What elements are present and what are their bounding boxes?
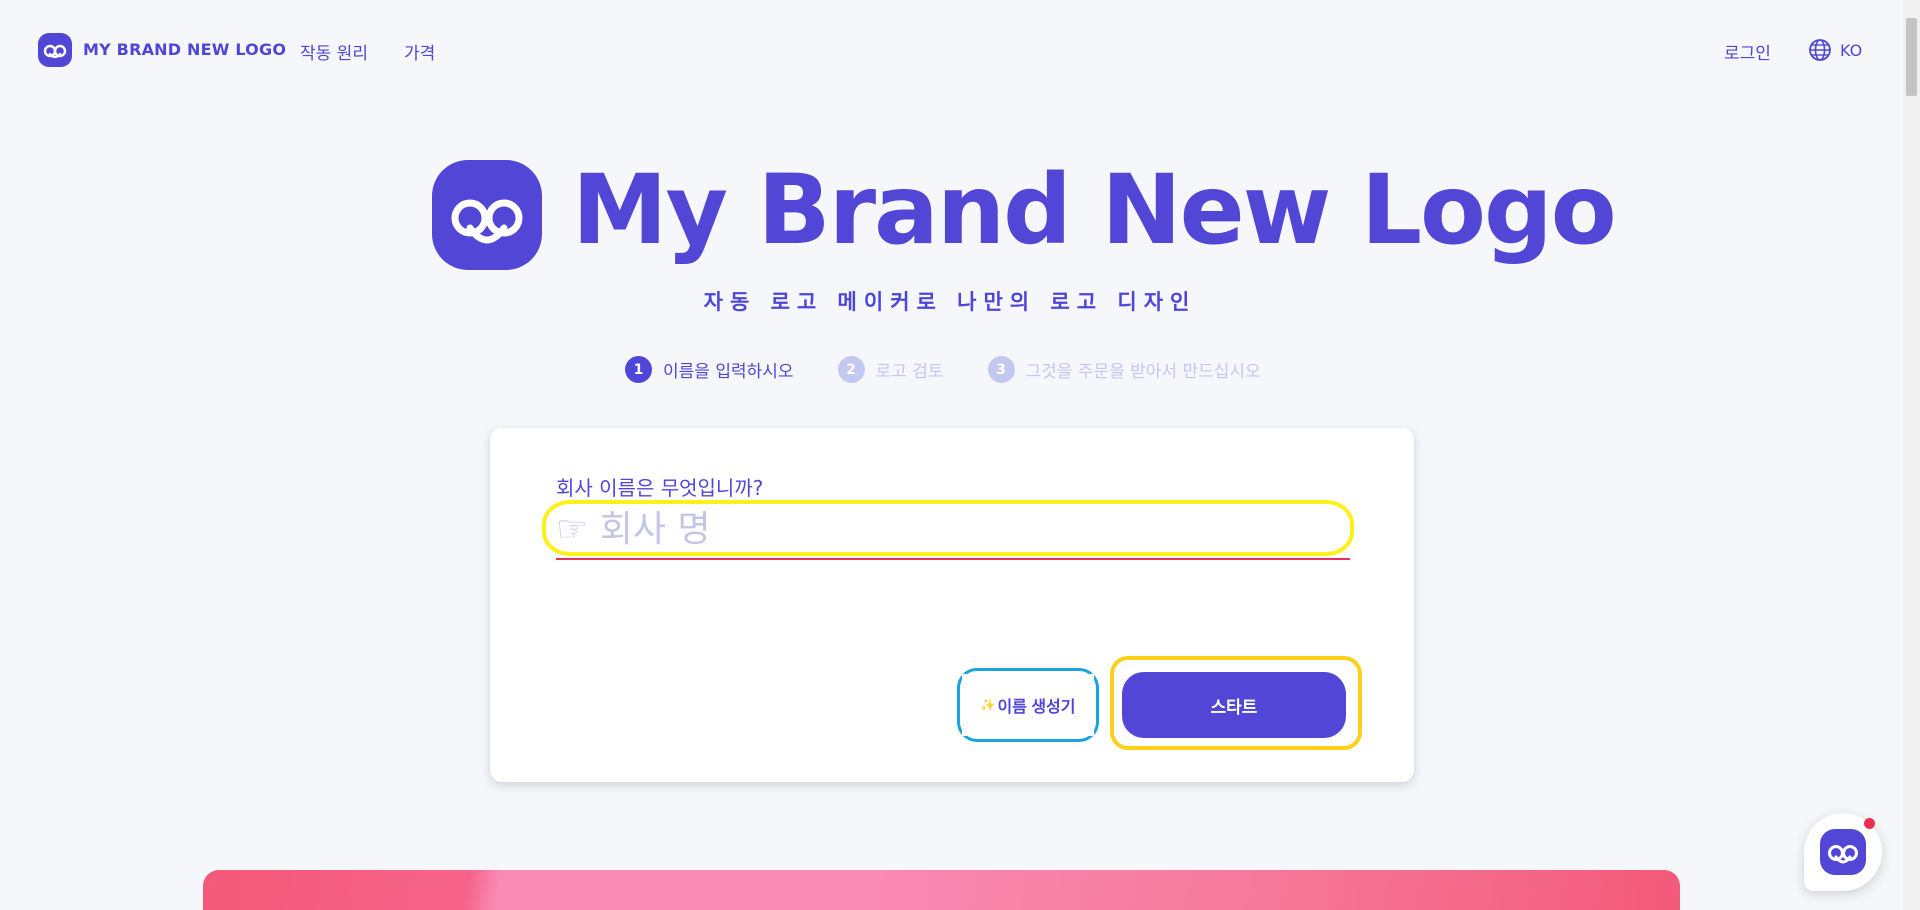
- nav-brand-name[interactable]: MY BRAND NEW LOGO: [83, 40, 286, 59]
- promo-banner: [203, 870, 1680, 910]
- progress-steps: 1 이름을 입력하시오 2 로고 검토 3 그것을 주문을 받아서 만드십시오: [625, 356, 1261, 383]
- step-enter-name: 1 이름을 입력하시오: [625, 356, 794, 383]
- nav-link-pricing[interactable]: 가격: [404, 39, 435, 64]
- globe-icon: [1809, 39, 1831, 61]
- language-selector[interactable]: KO: [1808, 38, 1862, 62]
- company-name-input[interactable]: [556, 508, 1350, 550]
- nav-login-link[interactable]: 로그인: [1724, 39, 1771, 64]
- step-number: 3: [987, 356, 1015, 383]
- step-customize: 3 그것을 주문을 받아서 만드십시오: [987, 356, 1261, 383]
- step-number: 2: [837, 356, 865, 383]
- step-label: 그것을 주문을 받아서 만드십시오: [1025, 362, 1261, 382]
- step-review-logo: 2 로고 검토: [837, 356, 944, 383]
- step-number: 1: [625, 356, 652, 383]
- company-name-question: 회사 이름은 무엇입니까?: [556, 476, 764, 500]
- sparkle-icon: ✨: [980, 698, 996, 712]
- step-label: 로고 검토: [875, 362, 944, 382]
- notification-dot: [1864, 818, 1875, 829]
- start-button[interactable]: 스타트: [1122, 672, 1346, 738]
- name-generator-button[interactable]: ✨ 이름 생성기: [962, 674, 1094, 736]
- scrollbar-thumb[interactable]: [1906, 18, 1917, 96]
- input-underline: [556, 558, 1350, 560]
- hero-title: My Brand New Logo: [572, 154, 1617, 266]
- company-name-card: 회사 이름은 무엇입니까? ✨ 이름 생성기 스타트: [490, 428, 1414, 782]
- page-scrollbar[interactable]: [1903, 0, 1920, 910]
- step-label: 이름을 입력하시오: [663, 362, 794, 382]
- name-generator-label: 이름 생성기: [997, 699, 1076, 716]
- language-label: KO: [1840, 40, 1863, 60]
- top-navigation: MY BRAND NEW LOGO 작동 원리 가격 로그인 KO: [0, 0, 1900, 100]
- nav-link-how-it-works[interactable]: 작동 원리: [300, 39, 368, 64]
- brand-logo-icon[interactable]: [38, 33, 72, 67]
- hero-logo-icon: [432, 160, 542, 270]
- chat-mascot-icon: [1820, 829, 1866, 875]
- hero-subtitle: 자동 로고 메이커로 나만의 로고 디자인: [703, 290, 1197, 314]
